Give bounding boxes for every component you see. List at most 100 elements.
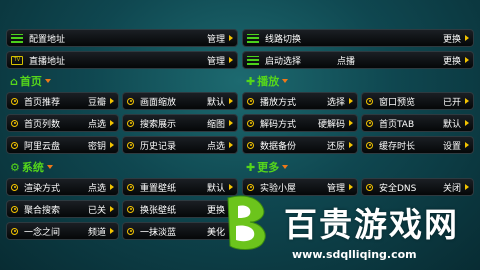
light-blue-row[interactable]: 一抹淡蓝 美化 (122, 222, 238, 240)
chevron-right-icon (465, 35, 469, 41)
change-wallpaper-row[interactable]: 换张壁纸 更换 (122, 200, 238, 218)
row-label: 一念之间 (24, 227, 61, 238)
section-home[interactable]: ⌂ 首页 (10, 73, 51, 89)
row-label: 配置地址 (29, 34, 66, 45)
bullet-icon (127, 119, 134, 127)
bullet-icon (127, 97, 134, 105)
row-value: 美化 (206, 227, 225, 238)
row-value: 更换 (442, 34, 461, 45)
row-value: 已关 (87, 205, 106, 216)
list-icon (11, 33, 23, 43)
decode-mode-row[interactable]: 解码方式 硬解码 (242, 114, 358, 132)
section-title: 首页 (19, 75, 42, 88)
chevron-right-icon (465, 184, 469, 190)
bullet-icon (11, 183, 18, 191)
row-label: 搜索展示 (140, 119, 177, 130)
row-label: 首页推荐 (24, 97, 61, 108)
live-address-row[interactable]: TV 直播地址 管理 (6, 51, 238, 69)
more-icon: ✚ (246, 160, 256, 174)
row-value-secondary: 更换 (442, 56, 461, 67)
chevron-right-icon (229, 228, 233, 234)
section-title: 更多 (257, 161, 280, 174)
chevron-right-icon (229, 206, 233, 212)
section-system[interactable]: ⚙ 系统 (10, 159, 53, 175)
list-icon (247, 55, 259, 65)
lab-house-row[interactable]: 实验小屋 管理 (242, 178, 358, 196)
row-value: 管理 (206, 34, 225, 45)
row-value: 豆瓣 (87, 97, 106, 108)
row-value: 更换 (206, 205, 225, 216)
chevron-right-icon (110, 142, 114, 148)
caret-down-icon (44, 79, 51, 83)
bullet-icon (11, 205, 18, 213)
secure-dns-row[interactable]: 安全DNS 关闭 (361, 178, 474, 196)
play-mode-row[interactable]: 播放方式 选择 (242, 92, 358, 110)
screen-scale-row[interactable]: 画面缩放 默认 (122, 92, 238, 110)
row-label: 一抹淡蓝 (140, 227, 177, 238)
row-label: 聚合搜索 (24, 205, 61, 216)
config-address-row[interactable]: 配置地址 管理 (6, 29, 238, 47)
watermark-title: 百贵游戏网 (284, 205, 459, 244)
caret-down-icon (282, 165, 289, 169)
chevron-right-icon (110, 184, 114, 190)
row-label: 首页列数 (24, 119, 61, 130)
search-display-row[interactable]: 搜索展示 缩图 (122, 114, 238, 132)
row-value: 选择 (326, 97, 345, 108)
row-value: 频道 (87, 227, 106, 238)
chevron-right-icon (110, 120, 114, 126)
row-value: 管理 (326, 183, 345, 194)
bullet-icon (11, 119, 18, 127)
bullet-icon (127, 141, 134, 149)
chevron-right-icon (229, 98, 233, 104)
row-value: 管理 (206, 56, 225, 67)
row-label: 换张壁纸 (140, 205, 177, 216)
watermark: 百贵游戏网 www.sdqlliqing.com (222, 190, 480, 270)
route-switch-row[interactable]: 线路切换 更换 (242, 29, 474, 47)
render-mode-row[interactable]: 渲染方式 点选 (6, 178, 119, 196)
aliyun-drive-row[interactable]: 阿里云盘 密钥 (6, 136, 119, 154)
row-value: 设置 (442, 141, 461, 152)
chevron-right-icon (349, 142, 353, 148)
home-tab-row[interactable]: 首页TAB 默认 (361, 114, 474, 132)
chevron-right-icon (465, 142, 469, 148)
row-value: 点选 (87, 119, 106, 130)
chevron-right-icon (229, 142, 233, 148)
row-label: 解码方式 (260, 119, 297, 130)
row-label: 窗口预览 (379, 97, 416, 108)
bullet-icon (366, 97, 373, 105)
startup-select-row[interactable]: 启动选择 点播 更换 (242, 51, 474, 69)
chevron-right-icon (349, 98, 353, 104)
home-icon: ⌂ (10, 74, 18, 88)
bullet-icon (366, 183, 373, 191)
play-icon: ✚ (246, 74, 256, 88)
home-columns-row[interactable]: 首页列数 点选 (6, 114, 119, 132)
reset-wallpaper-row[interactable]: 重置壁纸 默认 (122, 178, 238, 196)
section-play[interactable]: ✚ 播放 (246, 73, 289, 89)
data-backup-row[interactable]: 数据备份 还原 (242, 136, 358, 154)
cache-duration-row[interactable]: 缓存时长 设置 (361, 136, 474, 154)
row-value: 已开 (442, 97, 461, 108)
history-row[interactable]: 历史记录 点选 (122, 136, 238, 154)
bullet-icon (127, 205, 134, 213)
chevron-right-icon (110, 228, 114, 234)
chevron-right-icon (110, 98, 114, 104)
home-recommend-row[interactable]: 首页推荐 豆瓣 (6, 92, 119, 110)
row-label: 数据备份 (260, 141, 297, 152)
bullet-icon (366, 119, 373, 127)
chevron-right-icon (229, 120, 233, 126)
section-more[interactable]: ✚ 更多 (246, 159, 289, 175)
chevron-right-icon (110, 206, 114, 212)
row-label: 历史记录 (140, 141, 177, 152)
aggregate-search-row[interactable]: 聚合搜索 已关 (6, 200, 119, 218)
row-value: 密钥 (87, 141, 106, 152)
bullet-icon (127, 183, 134, 191)
row-value: 默认 (206, 183, 225, 194)
window-preview-row[interactable]: 窗口预览 已开 (361, 92, 474, 110)
row-value: 点选 (206, 141, 225, 152)
gear-icon: ⚙ (10, 160, 20, 174)
bullet-icon (247, 119, 254, 127)
one-thought-row[interactable]: 一念之间 频道 (6, 222, 119, 240)
section-title: 系统 (21, 161, 44, 174)
chevron-right-icon (349, 184, 353, 190)
tv-icon: TV (11, 55, 23, 65)
